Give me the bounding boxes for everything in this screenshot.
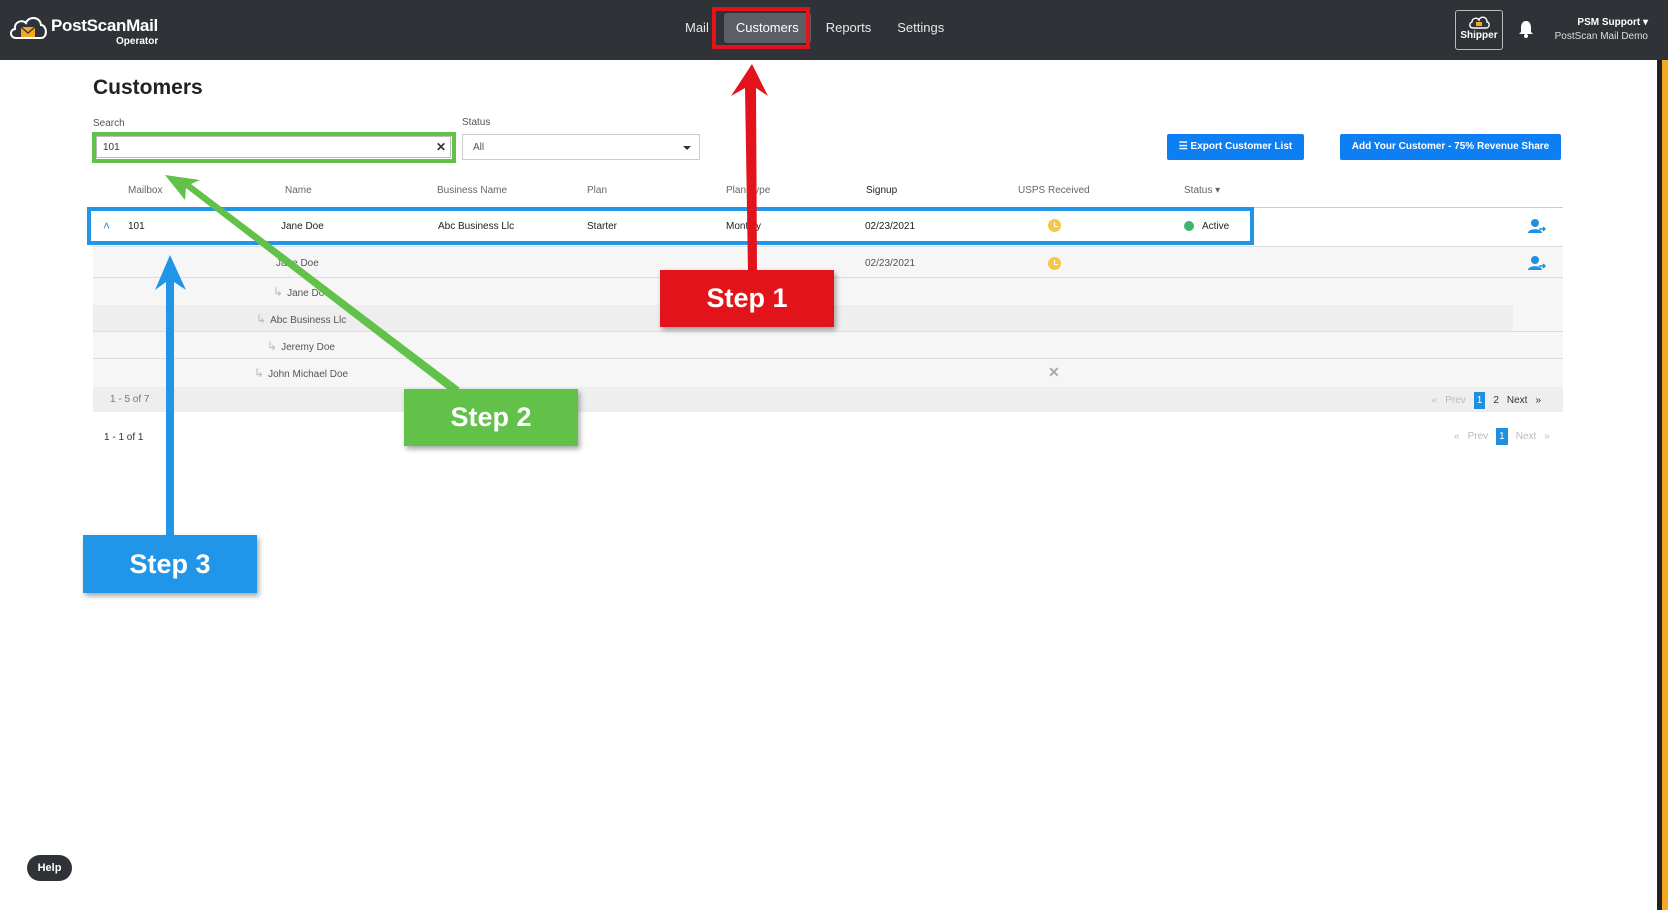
step1-callout: Step 1 (660, 270, 834, 327)
annotation-arrows (155, 64, 768, 537)
app-root: PostScanMail Operator Mail Customers Rep… (0, 0, 1668, 910)
step2-callout: Step 2 (404, 389, 578, 446)
help-button[interactable]: Help (27, 855, 72, 881)
step1-arrow (731, 64, 768, 272)
step3-arrow (155, 255, 186, 537)
step3-callout: Step 3 (83, 535, 257, 593)
step2-arrow (165, 175, 460, 392)
